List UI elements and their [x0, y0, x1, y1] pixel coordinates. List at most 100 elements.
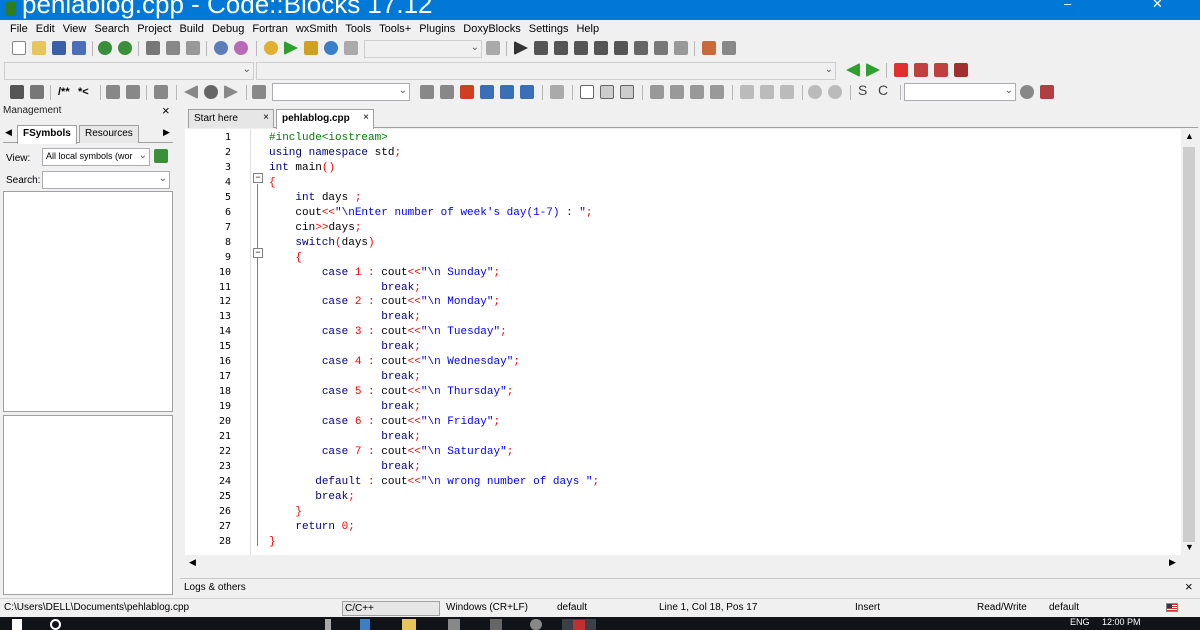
search-prev-icon[interactable] [420, 85, 434, 99]
function-dropdown[interactable]: ⌄ [256, 62, 836, 80]
file-explorer-icon[interactable] [402, 619, 416, 630]
panel-icon[interactable] [600, 85, 614, 99]
horizontal-scrollbar[interactable]: ◀ ▶ [185, 555, 1181, 572]
find-icon[interactable] [214, 41, 228, 55]
stop-record-icon[interactable] [204, 85, 218, 99]
edge-icon[interactable] [360, 619, 370, 630]
match-case-icon[interactable] [500, 85, 514, 99]
taskview-icon[interactable] [325, 619, 331, 630]
menu-file[interactable]: File [6, 20, 32, 38]
symbols-search-input[interactable]: ⌄ [42, 171, 170, 189]
search-next-icon[interactable] [440, 85, 454, 99]
scope-dropdown[interactable]: ⌄ [4, 62, 254, 80]
store-icon[interactable] [448, 619, 460, 630]
clear-bookmarks-icon[interactable] [954, 63, 968, 77]
copy-icon[interactable] [166, 41, 180, 55]
layout-c-icon[interactable] [780, 85, 794, 99]
rebuild-icon[interactable] [324, 41, 338, 55]
paste-icon[interactable] [186, 41, 200, 55]
previous-bookmark-icon[interactable] [914, 63, 928, 77]
abort-icon[interactable] [344, 41, 358, 55]
highlight-icon[interactable] [460, 85, 474, 99]
toggle-bookmark-icon[interactable] [894, 63, 908, 77]
open-file-icon[interactable] [32, 41, 46, 55]
close-icon[interactable]: × [363, 112, 369, 123]
debug-windows-icon[interactable] [702, 41, 716, 55]
codeblocks-taskbar-button[interactable] [562, 619, 596, 630]
next-icon[interactable] [224, 85, 238, 99]
comment-icon[interactable] [30, 85, 44, 99]
scroll-left-icon[interactable]: ◀ [189, 557, 196, 568]
run-to-cursor-icon[interactable] [534, 41, 548, 55]
sizer-c-icon[interactable] [690, 85, 704, 99]
input-language[interactable]: ENG [1070, 617, 1090, 627]
chm-help-icon[interactable] [126, 85, 140, 99]
doxy-block-button[interactable]: *< [78, 85, 89, 99]
close-icon[interactable]: × [1185, 579, 1193, 594]
tab-fsymbols[interactable]: FSymbols [17, 125, 77, 144]
redo-icon[interactable] [118, 41, 132, 55]
replace-icon[interactable] [234, 41, 248, 55]
s-letter-icon[interactable]: S [858, 83, 867, 97]
step-instruction-icon[interactable] [634, 41, 648, 55]
zoom-out-icon[interactable] [828, 85, 842, 99]
sizer-a-icon[interactable] [650, 85, 664, 99]
jump-back-icon[interactable] [846, 63, 860, 77]
thread-search-icon[interactable] [1020, 85, 1034, 99]
menu-settings[interactable]: Settings [525, 20, 573, 38]
windows-start-icon[interactable] [12, 619, 22, 630]
clock-time[interactable]: 12:00 PM [1102, 617, 1141, 627]
debug-continue-icon[interactable] [514, 41, 528, 55]
dialog-icon[interactable] [620, 85, 634, 99]
jump-forward-icon[interactable] [866, 63, 880, 77]
menu-doxyblocks[interactable]: DoxyBlocks [459, 20, 524, 38]
menu-debug[interactable]: Debug [208, 20, 248, 38]
show-target-icon[interactable] [486, 41, 500, 55]
menu-view[interactable]: View [59, 20, 91, 38]
step-into-icon[interactable] [574, 41, 588, 55]
build-gear-icon[interactable] [264, 41, 278, 55]
menu-plugins[interactable]: Plugins [415, 20, 459, 38]
menu-search[interactable]: Search [90, 20, 133, 38]
menu-wxsmith[interactable]: wxSmith [292, 20, 342, 38]
refresh-symbols-icon[interactable] [154, 149, 168, 163]
minimize-button[interactable]: – [1064, 0, 1071, 11]
run-icon[interactable] [284, 41, 298, 55]
vertical-scrollbar[interactable]: ▲ ▼ [1181, 129, 1198, 555]
tab-start-here[interactable]: Start here× [188, 109, 274, 128]
thread-search-combo[interactable]: ⌄ [904, 83, 1016, 101]
next-line-icon[interactable] [554, 41, 568, 55]
pointer-icon[interactable] [550, 85, 564, 99]
fold-minus-icon[interactable]: − [253, 173, 263, 183]
menu-tools[interactable]: Tools [341, 20, 375, 38]
build-and-run-icon[interactable] [304, 41, 318, 55]
new-file-icon[interactable] [12, 41, 26, 55]
scroll-right-icon[interactable]: ▶ [1169, 557, 1176, 568]
stop-debugger-icon[interactable] [674, 41, 688, 55]
layout-a-icon[interactable] [740, 85, 754, 99]
fold-minus-icon[interactable]: − [253, 248, 263, 258]
step-out-icon[interactable] [594, 41, 608, 55]
scroll-up-icon[interactable]: ▲ [1185, 131, 1194, 141]
sizer-b-icon[interactable] [670, 85, 684, 99]
layout-b-icon[interactable] [760, 85, 774, 99]
symbols-tree[interactable] [3, 191, 173, 412]
incremental-search-icon[interactable] [252, 85, 266, 99]
build-target-dropdown[interactable]: ⌄ [364, 40, 482, 58]
next-instruction-icon[interactable] [614, 41, 628, 55]
tab-scroll-left-icon[interactable]: ◀ [5, 127, 12, 138]
next-bookmark-icon[interactable] [934, 63, 948, 77]
symbols-members-list[interactable] [3, 415, 173, 595]
manage-icon[interactable] [10, 85, 24, 99]
close-icon[interactable]: × [263, 112, 269, 123]
undo-icon[interactable] [98, 41, 112, 55]
doxywizard-icon[interactable] [106, 85, 120, 99]
regex-icon[interactable] [520, 85, 534, 99]
menu-help[interactable]: Help [572, 20, 603, 38]
code-editor[interactable]: 1234567891011121314151617181920212223242… [185, 129, 1181, 555]
c-letter-icon[interactable]: C [878, 83, 888, 97]
thread-options-icon[interactable] [1040, 85, 1054, 99]
menu-edit[interactable]: Edit [32, 20, 59, 38]
various-info-icon[interactable] [722, 41, 736, 55]
close-icon[interactable]: × [162, 103, 170, 118]
